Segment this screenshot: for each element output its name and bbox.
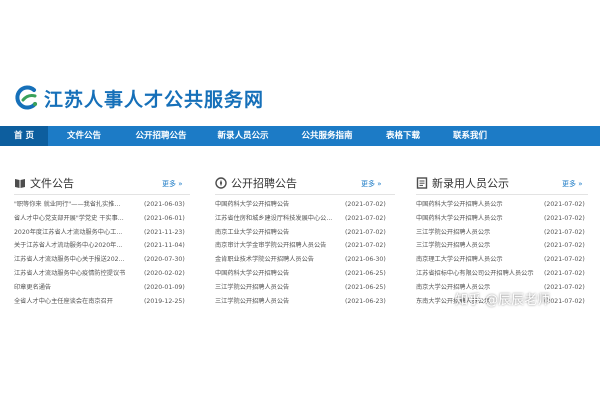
list-item[interactable]: 中国药科大学公开招聘人员公示 (2021-07-02) bbox=[416, 198, 588, 212]
item-title[interactable]: 三江学院公开招聘人员公示 bbox=[416, 239, 540, 253]
list-item[interactable]: 三江学院公开招聘人员公告 (2021-06-25) bbox=[215, 281, 395, 295]
book-icon bbox=[15, 179, 25, 188]
item-title[interactable]: 关于江苏省人才流动服务中心2020年... bbox=[14, 239, 142, 253]
item-date: (2020-01-09) bbox=[144, 283, 185, 291]
list-item[interactable]: 三江学院公开招聘人员公示 (2021-07-02) bbox=[416, 226, 588, 240]
item-title[interactable]: 金肯职业技术学院公开招聘人员公告 bbox=[215, 253, 341, 267]
nav-forms[interactable]: 表格下载 bbox=[375, 126, 431, 146]
item-date: (2021-07-02) bbox=[345, 228, 386, 236]
list-item[interactable]: 中国药科大学公开招聘公告 (2021-06-25) bbox=[215, 267, 395, 281]
more-link[interactable]: 更多 » bbox=[562, 179, 583, 189]
news-list: 中国药科大学公开招聘公告 (2021-07-02) 江苏省住房和城乡建设厅科技发展… bbox=[215, 198, 395, 308]
compass-icon bbox=[215, 177, 227, 189]
item-title[interactable]: 全省人才中心主任座谈会在南京召开 bbox=[14, 295, 142, 309]
item-title[interactable]: 三江学院公开招聘人员公示 bbox=[416, 226, 540, 240]
item-date: (2021-07-02) bbox=[544, 214, 585, 222]
item-title[interactable]: 三江学院公开招聘人员公告 bbox=[215, 295, 341, 309]
list-item[interactable]: 南京理工大学公开招聘人员公示 (2021-07-02) bbox=[416, 253, 588, 267]
item-date: (2021-07-02) bbox=[544, 228, 585, 236]
nav-service-guide[interactable]: 公共服务指南 bbox=[292, 126, 362, 146]
nav-new-hires[interactable]: 新录人员公示 bbox=[210, 126, 276, 146]
item-title[interactable]: 中国药科大学公开招聘人员公示 bbox=[416, 198, 540, 212]
list-item[interactable]: 中国药科大学公开招聘人员公示 (2021-07-02) bbox=[416, 212, 588, 226]
news-list: "职等你来 就业同行"——我省扎实推... (2021-06-03) 省人才中心党… bbox=[14, 198, 190, 308]
item-title[interactable]: 江苏省人才流动服务中心关于报送202... bbox=[14, 253, 142, 267]
item-date: (2021-06-23) bbox=[345, 297, 386, 305]
list-item[interactable]: 江苏省人才流动服务中心疫情防控提议书 (2020-02-02) bbox=[14, 267, 190, 281]
document-icon bbox=[416, 177, 428, 189]
item-date: (2021-06-30) bbox=[345, 256, 386, 264]
item-date: (2021-07-02) bbox=[544, 269, 585, 277]
section-title: 新录用人员公示 bbox=[432, 177, 509, 190]
list-item[interactable]: 南京工业大学公开招聘公告 (2021-07-02) bbox=[215, 226, 395, 240]
nav-recruitment[interactable]: 公开招聘公告 bbox=[128, 126, 194, 146]
item-date: (2021-06-01) bbox=[144, 214, 185, 222]
list-item[interactable]: 江苏省招标中心有限公司公开招聘人员公示 (2021-07-02) bbox=[416, 267, 588, 281]
item-date: (2020-07-30) bbox=[144, 256, 185, 264]
divider bbox=[14, 194, 190, 195]
item-date: (2021-07-02) bbox=[345, 201, 386, 208]
more-link[interactable]: 更多 » bbox=[361, 179, 382, 189]
list-item[interactable]: 金肯职业技术学院公开招聘人员公告 (2021-06-30) bbox=[215, 253, 395, 267]
item-title[interactable]: 中国药科大学公开招聘公告 bbox=[215, 198, 341, 212]
nav-home[interactable]: 首 页 bbox=[0, 126, 48, 146]
section-header: 新录用人员公示 更多 » bbox=[416, 174, 588, 192]
site-header: 江苏人事人才公共服务网 bbox=[0, 0, 600, 126]
list-item[interactable]: 江苏省住房和城乡建设厅科技发展中心公... (2021-07-02) bbox=[215, 212, 395, 226]
divider bbox=[215, 194, 395, 195]
section-header: 公开招聘公告 更多 » bbox=[215, 174, 395, 192]
item-title[interactable]: 三江学院公开招聘人员公告 bbox=[215, 281, 341, 295]
section-documents: 文件公告 更多 » "职等你来 就业同行"——我省扎实推... (2021-06-… bbox=[14, 174, 190, 305]
list-item[interactable]: 2020年度江苏省人才流动服务中心工... (2021-11-23) bbox=[14, 226, 190, 240]
section-new-hires: 新录用人员公示 更多 » 中国药科大学公开招聘人员公示 (2021-07-02) … bbox=[416, 174, 588, 305]
more-link[interactable]: 更多 » bbox=[162, 179, 183, 189]
item-date: (2021-06-03) bbox=[144, 201, 185, 208]
item-title[interactable]: 南京理工大学公开招聘人员公示 bbox=[416, 253, 540, 267]
item-date: (2020-02-02) bbox=[144, 269, 185, 277]
nav-contact[interactable]: 联系我们 bbox=[442, 126, 498, 146]
nav-documents[interactable]: 文件公告 bbox=[55, 126, 113, 146]
list-item[interactable]: 江苏省人才流动服务中心关于报送202... (2020-07-30) bbox=[14, 253, 190, 267]
divider bbox=[416, 194, 588, 195]
item-title[interactable]: 2020年度江苏省人才流动服务中心工... bbox=[14, 226, 142, 240]
list-item[interactable]: 印章更名通告 (2020-01-09) bbox=[14, 281, 190, 295]
item-title[interactable]: 南京工业大学公开招聘公告 bbox=[215, 226, 341, 240]
item-date: (2021-06-25) bbox=[345, 283, 386, 291]
item-date: (2021-11-04) bbox=[144, 242, 185, 250]
item-date: (2021-07-02) bbox=[544, 256, 585, 264]
list-item[interactable]: "职等你来 就业同行"——我省扎实推... (2021-06-03) bbox=[14, 198, 190, 212]
section-title: 文件公告 bbox=[30, 177, 74, 190]
list-item[interactable]: 关于江苏省人才流动服务中心2020年... (2021-11-04) bbox=[14, 239, 190, 253]
item-title[interactable]: 中国药科大学公开招聘人员公示 bbox=[416, 212, 540, 226]
main-nav: 首 页 文件公告 公开招聘公告 新录人员公示 公共服务指南 表格下载 联系我们 bbox=[0, 126, 600, 146]
item-title[interactable]: 江苏省住房和城乡建设厅科技发展中心公... bbox=[215, 212, 341, 226]
item-date: (2021-07-02) bbox=[345, 242, 386, 250]
item-title[interactable]: 江苏省人才流动服务中心疫情防控提议书 bbox=[14, 267, 142, 281]
item-title[interactable]: "职等你来 就业同行"——我省扎实推... bbox=[14, 198, 142, 212]
list-item[interactable]: 三江学院公开招聘人员公示 (2021-07-02) bbox=[416, 239, 588, 253]
item-date: (2021-06-25) bbox=[345, 269, 386, 277]
item-title[interactable]: 南京审计大学金审学院公开招聘人员公告 bbox=[215, 239, 341, 253]
list-item[interactable]: 全省人才中心主任座谈会在南京召开 (2019-12-25) bbox=[14, 295, 190, 309]
list-item[interactable]: 中国药科大学公开招聘公告 (2021-07-02) bbox=[215, 198, 395, 212]
item-date: (2021-07-02) bbox=[544, 201, 585, 208]
section-title: 公开招聘公告 bbox=[231, 177, 297, 190]
list-item[interactable]: 南京审计大学金审学院公开招聘人员公告 (2021-07-02) bbox=[215, 239, 395, 253]
watermark: 知乎 @辰辰老师 bbox=[455, 293, 551, 308]
site-title[interactable]: 江苏人事人才公共服务网 bbox=[44, 85, 264, 112]
item-title[interactable]: 省人才中心党支部开展"学党史 干实事... bbox=[14, 212, 142, 226]
item-date: (2021-11-23) bbox=[144, 228, 185, 236]
item-title[interactable]: 印章更名通告 bbox=[14, 281, 142, 295]
item-date: (2019-12-25) bbox=[144, 297, 185, 305]
item-title[interactable]: 中国药科大学公开招聘公告 bbox=[215, 267, 341, 281]
item-date: (2021-07-02) bbox=[345, 214, 386, 222]
item-date: (2021-07-02) bbox=[544, 242, 585, 250]
list-item[interactable]: 省人才中心党支部开展"学党史 干实事... (2021-06-01) bbox=[14, 212, 190, 226]
list-item[interactable]: 三江学院公开招聘人员公告 (2021-06-23) bbox=[215, 295, 395, 309]
site-logo-icon[interactable] bbox=[14, 85, 40, 111]
section-recruitment: 公开招聘公告 更多 » 中国药科大学公开招聘公告 (2021-07-02) 江苏省… bbox=[215, 174, 395, 305]
item-title[interactable]: 江苏省招标中心有限公司公开招聘人员公示 bbox=[416, 267, 540, 281]
section-header: 文件公告 更多 » bbox=[14, 174, 190, 192]
